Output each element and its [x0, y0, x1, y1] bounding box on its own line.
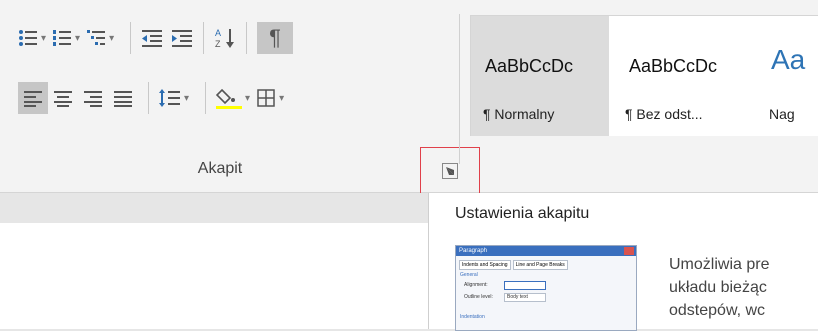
align-right-button[interactable]	[78, 82, 108, 114]
separator	[203, 22, 205, 54]
multilevel-list-button[interactable]: ▾	[86, 22, 120, 54]
separator	[246, 22, 248, 54]
style-preview: AaBbCcDc	[485, 56, 574, 76]
ribbon-home-tab: ▾ ▾ ▾ A Z ¶ ▾ ▾ ▾ Akapit AaBbCcDc ¶ Norm…	[0, 0, 818, 194]
align-center-icon	[54, 91, 72, 107]
dialog-launcher-icon	[442, 162, 458, 179]
style-preview: AaBbCcDc	[629, 56, 718, 76]
bullets-icon	[19, 30, 37, 46]
chevron-down-icon[interactable]: ▾	[41, 33, 46, 44]
show-hide-marks-button[interactable]: ¶	[257, 22, 294, 54]
separator	[148, 82, 149, 114]
style-name: ¶ Normalny	[483, 106, 555, 122]
chevron-down-icon[interactable]: ▾	[109, 33, 114, 44]
separator	[130, 22, 132, 54]
align-right-icon	[84, 91, 102, 107]
numbering-icon	[53, 30, 72, 46]
chevron-down-icon[interactable]: ▾	[245, 93, 250, 104]
bullets-button[interactable]: ▾	[18, 22, 52, 54]
paragraph-settings-tooltip: Ustawienia akapitu Paragraph Indents and…	[428, 193, 818, 331]
paragraph-row-1: ▾ ▾ ▾ A Z ¶	[18, 20, 294, 56]
svg-text:Z: Z	[215, 39, 221, 49]
paragraph-dialog-thumbnail: Paragraph Indents and Spacing Line and P…	[455, 245, 637, 331]
thumbnail-field	[504, 281, 546, 290]
align-left-icon	[24, 91, 42, 107]
svg-text:A: A	[215, 28, 221, 38]
pilcrow-icon: ¶	[269, 25, 281, 50]
align-left-button[interactable]	[18, 82, 48, 114]
thumbnail-label: Indentation	[460, 314, 485, 320]
chevron-down-icon[interactable]: ▾	[279, 93, 284, 104]
style-no-spacing[interactable]: AaBbCcDc ¶ Bez odst...	[611, 16, 759, 136]
style-name: ¶ Bez odst...	[625, 106, 703, 122]
paragraph-group-label: Akapit	[197, 160, 243, 177]
increase-indent-button[interactable]	[171, 22, 193, 54]
paragraph-row-2: ▾ ▾ ▾	[18, 80, 290, 116]
separator	[205, 82, 207, 114]
line-spacing-icon	[159, 89, 180, 107]
tooltip-description: Umożliwia pre układu bieżąc odstepów, wc	[669, 256, 770, 319]
justify-button[interactable]	[108, 82, 138, 114]
style-normal[interactable]: AaBbCcDc ¶ Normalny	[471, 16, 609, 136]
multilevel-list-icon	[87, 30, 106, 45]
thumbnail-field-value: Body text	[507, 294, 528, 300]
thumbnail-label: General	[460, 272, 478, 278]
style-heading[interactable]: Aa Nag	[761, 16, 818, 136]
style-preview: Aa	[771, 44, 806, 75]
borders-button[interactable]: ▾	[256, 82, 290, 114]
close-icon	[624, 247, 634, 255]
line-spacing-button[interactable]: ▾	[159, 82, 195, 114]
borders-icon	[257, 89, 275, 107]
thumbnail-tab: Indents and Spacing	[459, 260, 511, 270]
increase-indent-icon	[172, 30, 193, 47]
chevron-down-icon[interactable]: ▾	[75, 33, 80, 44]
shading-button[interactable]: ▾	[216, 82, 256, 114]
style-name: Nag	[769, 106, 795, 122]
thumbnail-label: Outline level:	[464, 294, 493, 300]
sort-az-icon: A Z	[215, 28, 235, 49]
paragraph-dialog-launcher[interactable]	[420, 147, 480, 194]
thumbnail-tabs: Indents and Spacing Line and Page Breaks	[456, 256, 636, 270]
decrease-indent-button[interactable]	[141, 22, 163, 54]
chevron-down-icon[interactable]: ▾	[184, 93, 189, 104]
numbering-button[interactable]: ▾	[52, 22, 86, 54]
thumbnail-titlebar: Paragraph	[456, 246, 636, 256]
group-separator	[459, 14, 460, 164]
styles-gallery: AaBbCcDc ¶ Normalny AaBbCcDc ¶ Bez odst.…	[470, 15, 818, 136]
center-button[interactable]	[48, 82, 78, 114]
thumbnail-tab: Line and Page Breaks	[512, 260, 568, 270]
thumbnail-title: Paragraph	[459, 248, 488, 254]
sort-button[interactable]: A Z	[214, 22, 236, 54]
thumbnail-field: Body text	[504, 293, 546, 302]
decrease-indent-icon	[142, 30, 163, 47]
tooltip-title: Ustawienia akapitu	[455, 205, 590, 222]
thumbnail-label: Alignment:	[464, 282, 488, 288]
paint-bucket-icon	[216, 88, 243, 109]
justify-icon	[114, 91, 132, 107]
